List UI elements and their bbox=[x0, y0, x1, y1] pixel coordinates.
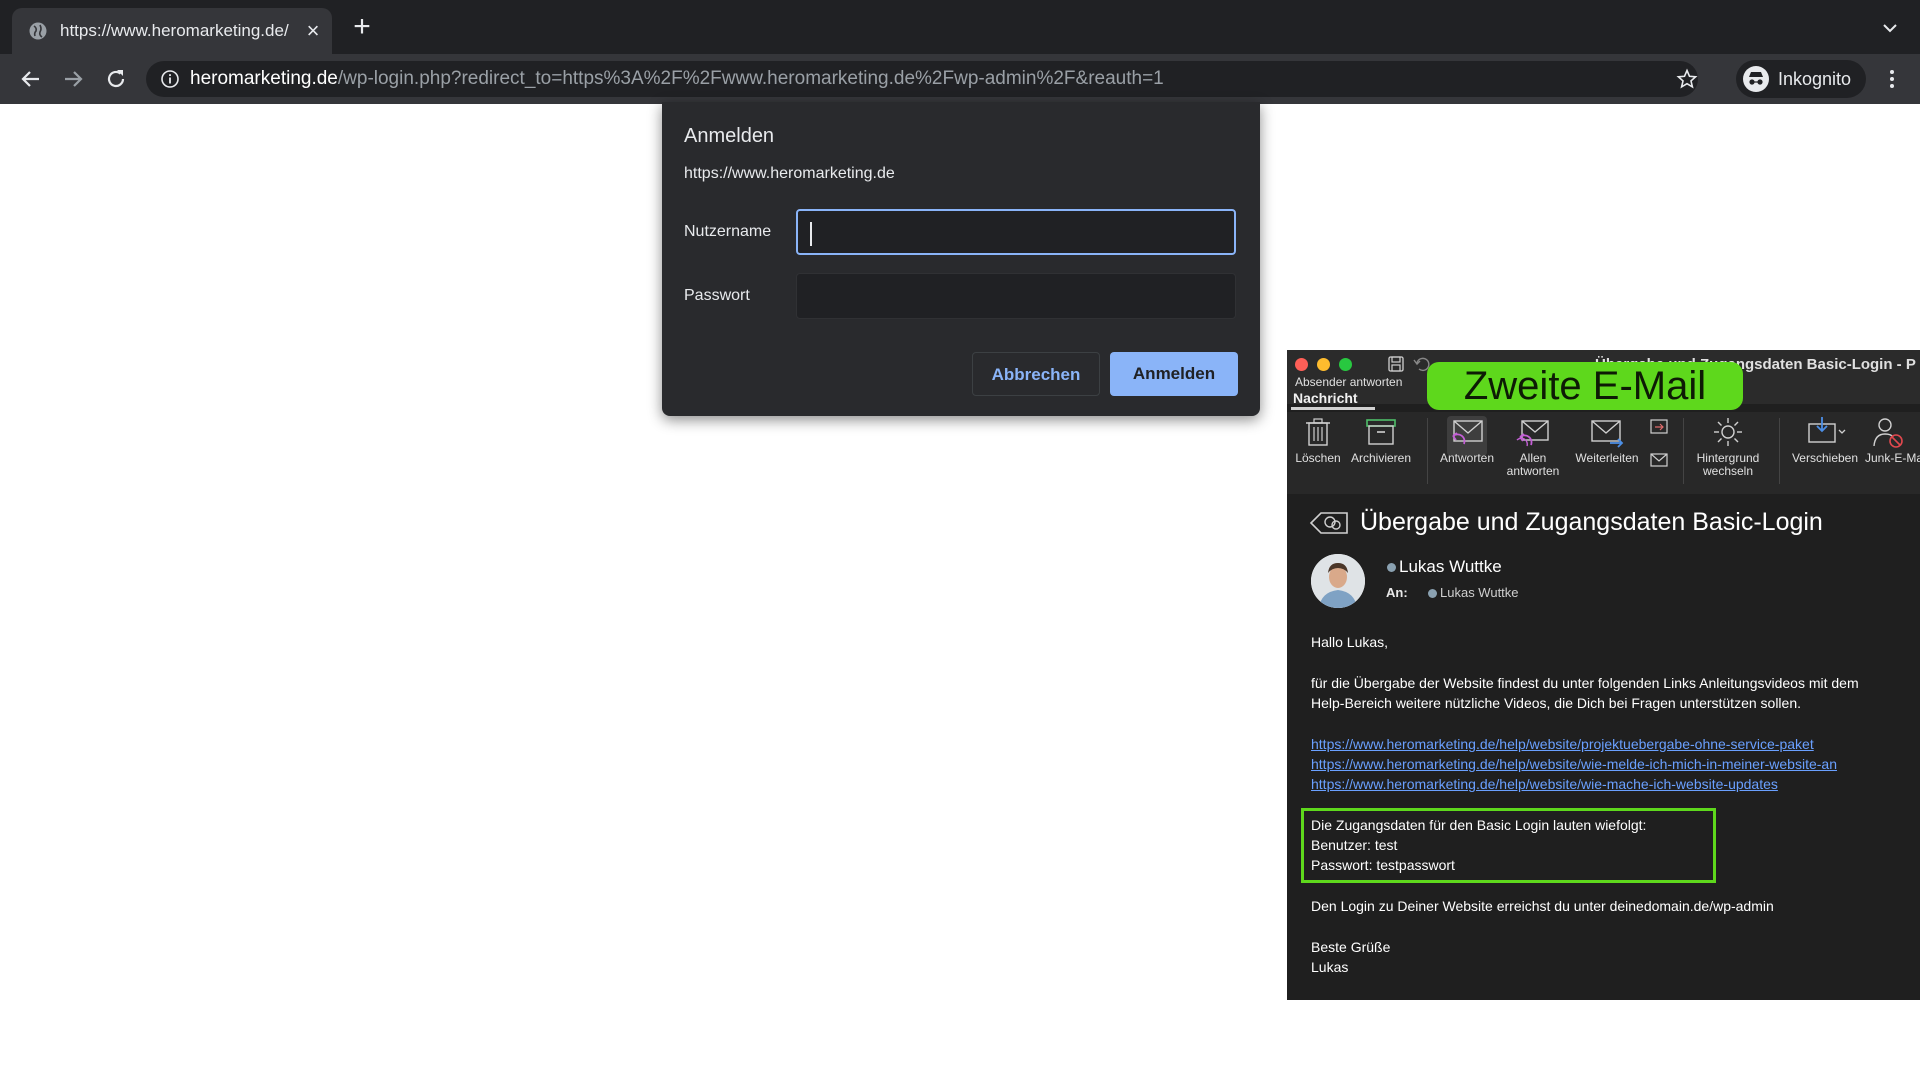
url-text[interactable]: heromarketing.de/wp-login.php?redirect_t… bbox=[190, 69, 1164, 89]
conversation-icon bbox=[1309, 512, 1348, 534]
forward-button[interactable]: Weiterleiten bbox=[1567, 416, 1647, 465]
person-photo-icon bbox=[1311, 554, 1365, 608]
new-tab-button[interactable]: + bbox=[350, 12, 374, 42]
ribbon-separator bbox=[1779, 418, 1780, 484]
closing: Beste Grüße bbox=[1311, 939, 1391, 955]
presence-dot bbox=[1387, 563, 1396, 572]
archive-icon bbox=[1366, 419, 1396, 445]
recipient-name[interactable]: Lukas Wuttke bbox=[1440, 585, 1519, 601]
reply-all-icon bbox=[1516, 420, 1549, 447]
browser-tab-strip: https://www.heromarketing.de/ × + bbox=[0, 0, 1920, 54]
address-bar[interactable]: heromarketing.de/wp-login.php?redirect_t… bbox=[146, 61, 1698, 97]
browser-tab[interactable]: https://www.heromarketing.de/ × bbox=[12, 8, 332, 54]
move-label: Verschieben bbox=[1791, 451, 1859, 465]
credentials-intro: Die Zugangsdaten für den Basic Login lau… bbox=[1311, 817, 1647, 833]
mail-subject: Übergabe und Zugangsdaten Basic-Login bbox=[1360, 508, 1823, 536]
url-host: heromarketing.de bbox=[190, 68, 338, 89]
save-icon[interactable] bbox=[1387, 355, 1405, 373]
body-greeting: Hallo Lukas, bbox=[1311, 634, 1389, 650]
forward-arrow-icon[interactable] bbox=[60, 66, 86, 92]
username-label: Nutzername bbox=[684, 223, 772, 240]
browser-toolbar: heromarketing.de/wp-login.php?redirect_t… bbox=[0, 54, 1920, 104]
text-caret bbox=[810, 222, 812, 246]
outlook-mail-window: Übergabe und Zugangsdaten Basic-Login - … bbox=[1287, 350, 1920, 1000]
presence-dot bbox=[1428, 589, 1437, 598]
sender-name[interactable]: Lukas Wuttke bbox=[1399, 557, 1502, 577]
signature: Lukas bbox=[1311, 959, 1349, 975]
background-label-2: wechseln bbox=[1702, 464, 1754, 478]
minimize-window-icon[interactable] bbox=[1317, 358, 1330, 371]
tab-close-icon[interactable]: × bbox=[302, 20, 324, 42]
close-window-icon[interactable] bbox=[1295, 358, 1308, 371]
body-intro-line-2: Help-Bereich weitere nützliche Videos, d… bbox=[1311, 695, 1802, 711]
archive-label: Archivieren bbox=[1350, 451, 1412, 465]
reply-label: Antworten bbox=[1439, 451, 1495, 465]
password-label: Passwort bbox=[684, 287, 750, 304]
incognito-label: Inkognito bbox=[1778, 69, 1852, 89]
forward-icon bbox=[1591, 420, 1624, 448]
mail-ribbon: Löschen Archivieren Antworten Allen antw… bbox=[1287, 412, 1920, 494]
move-folder-icon bbox=[1808, 417, 1846, 443]
credentials-user: Benutzer: test bbox=[1311, 837, 1398, 853]
globe-icon bbox=[29, 22, 47, 40]
change-background-button[interactable]: Hintergrund wechseln bbox=[1687, 416, 1769, 478]
reload-icon[interactable] bbox=[103, 66, 129, 92]
help-link[interactable]: https://www.heromarketing.de/help/websit… bbox=[1311, 734, 1814, 754]
reply-all-label-2: antworten bbox=[1506, 464, 1560, 478]
delete-label: Löschen bbox=[1295, 451, 1341, 465]
cancel-button[interactable]: Abbrechen bbox=[972, 352, 1100, 396]
http-auth-dialog: Anmelden https://www.heromarketing.de Nu… bbox=[662, 102, 1260, 416]
tab-title: https://www.heromarketing.de/ bbox=[60, 21, 289, 40]
archive-button[interactable]: Archivieren bbox=[1347, 416, 1415, 465]
second-email-banner: Zweite E-Mail bbox=[1427, 362, 1743, 410]
sun-icon bbox=[1714, 418, 1742, 446]
more-actions-icon[interactable] bbox=[1649, 418, 1669, 470]
move-button[interactable]: Verschieben bbox=[1787, 416, 1863, 465]
help-link[interactable]: https://www.heromarketing.de/help/websit… bbox=[1311, 774, 1778, 794]
info-icon[interactable] bbox=[160, 69, 180, 89]
ribbon-separator bbox=[1683, 418, 1684, 484]
maximize-window-icon[interactable] bbox=[1339, 358, 1352, 371]
kebab-menu-icon[interactable] bbox=[1880, 67, 1904, 91]
junk-user-icon bbox=[1873, 418, 1903, 448]
sender-avatar bbox=[1311, 554, 1365, 608]
tab-nachricht[interactable]: Nachricht bbox=[1293, 390, 1358, 406]
credentials-password: Passwort: testpasswort bbox=[1311, 857, 1455, 873]
reply-button[interactable]: Antworten bbox=[1435, 416, 1499, 465]
chevron-down-icon[interactable] bbox=[1880, 18, 1900, 38]
background-label-1: Hintergrund bbox=[1696, 451, 1760, 465]
reply-sender-button[interactable]: Absender antworten bbox=[1295, 375, 1402, 389]
forward-label: Weiterleiten bbox=[1575, 451, 1639, 465]
incognito-icon bbox=[1743, 66, 1769, 92]
junk-button[interactable]: Junk-E-Mail bbox=[1865, 416, 1920, 465]
active-tab-indicator bbox=[1291, 407, 1375, 410]
login-hint: Den Login zu Deiner Website erreichst du… bbox=[1311, 898, 1774, 914]
dialog-origin: https://www.heromarketing.de bbox=[684, 165, 895, 182]
url-path: /wp-login.php?redirect_to=https%3A%2F%2F… bbox=[337, 68, 1164, 89]
back-arrow-icon[interactable] bbox=[18, 66, 44, 92]
delete-button[interactable]: Löschen bbox=[1291, 416, 1345, 465]
sign-in-button[interactable]: Anmelden bbox=[1110, 352, 1238, 396]
dialog-title: Anmelden bbox=[684, 125, 775, 147]
reply-all-button[interactable]: Allen antworten bbox=[1501, 416, 1565, 478]
recipient-label: An: bbox=[1386, 585, 1408, 600]
help-link[interactable]: https://www.heromarketing.de/help/websit… bbox=[1311, 754, 1837, 774]
bookmark-star-icon[interactable] bbox=[1676, 68, 1698, 90]
incognito-profile-button[interactable]: Inkognito bbox=[1736, 60, 1866, 98]
body-intro-line-1: für die Übergabe der Website findest du … bbox=[1311, 675, 1859, 691]
username-input[interactable] bbox=[796, 209, 1236, 255]
reply-icon bbox=[1452, 420, 1483, 445]
junk-label: Junk-E-Mail bbox=[1865, 451, 1920, 465]
reply-all-label-1: Allen bbox=[1519, 451, 1547, 465]
password-input[interactable] bbox=[796, 273, 1236, 319]
trash-icon bbox=[1306, 418, 1330, 446]
ribbon-separator bbox=[1427, 418, 1428, 484]
